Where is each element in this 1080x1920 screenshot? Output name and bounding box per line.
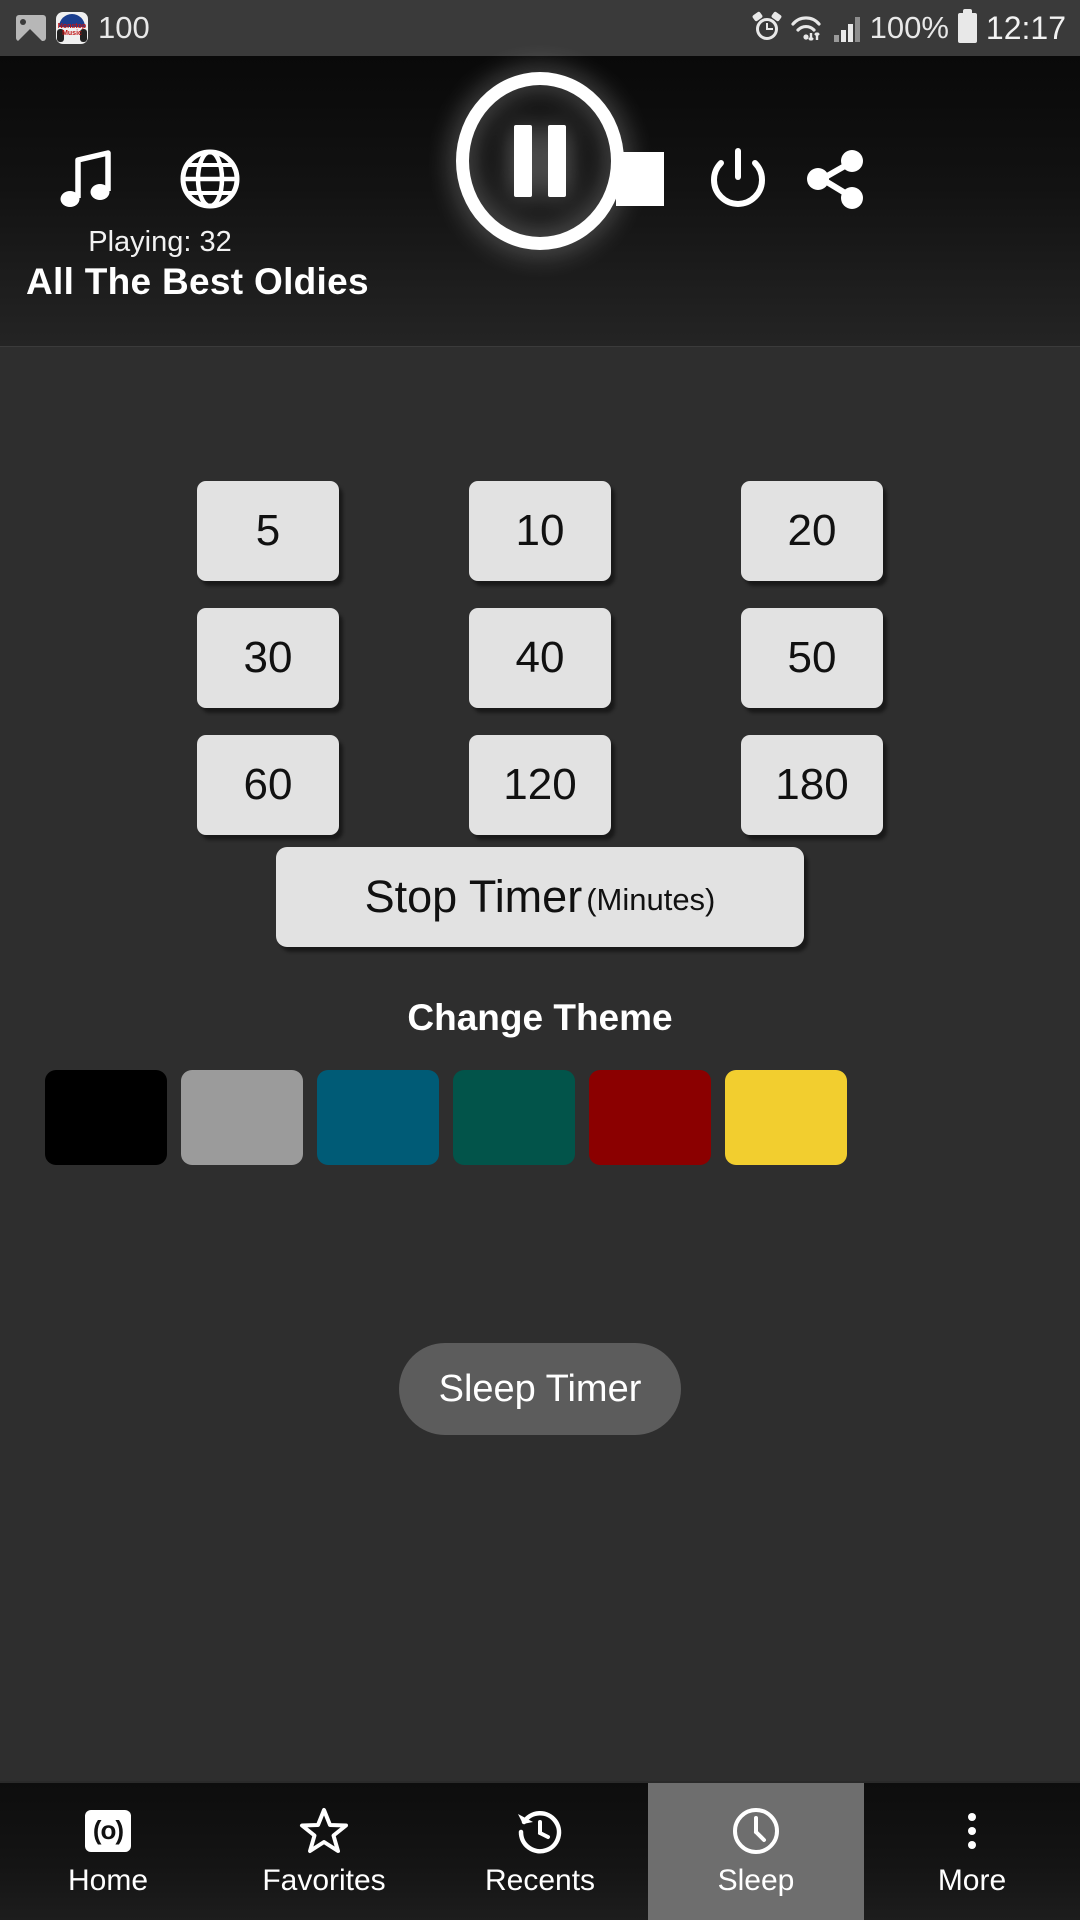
share-icon[interactable]	[790, 134, 880, 224]
timer-button-5[interactable]: 5	[197, 481, 339, 581]
timer-button-10[interactable]: 10	[469, 481, 611, 581]
bottom-navigation: (o) Home Favorites Recents Sleep More	[0, 1781, 1080, 1920]
wifi-icon	[791, 16, 821, 41]
nav-label-favorites: Favorites	[262, 1863, 386, 1897]
timer-grid-row: 5 10 20	[197, 481, 883, 581]
status-bar-right: 100% 12:17	[751, 9, 1066, 47]
nav-label-recents: Recents	[484, 1863, 596, 1897]
timer-button-20[interactable]: 20	[741, 481, 883, 581]
nav-item-sleep[interactable]: Sleep	[648, 1783, 864, 1920]
app-icon-text: Nonstop Music	[57, 23, 87, 37]
music-note-icon[interactable]	[46, 134, 126, 224]
battery-full-icon	[957, 9, 977, 43]
nav-label-sleep: Sleep	[717, 1863, 795, 1897]
theme-swatch-red[interactable]	[589, 1070, 711, 1165]
clock-time: 12:17	[985, 9, 1066, 46]
timer-button-50[interactable]: 50	[741, 608, 883, 708]
timer-grid: 5 10 20 30 40 50 60 120 180	[0, 481, 1080, 835]
sleep-timer-panel: 5 10 20 30 40 50 60 120 180 Stop Timer (…	[0, 347, 1080, 1781]
play-pause-button[interactable]	[450, 66, 630, 256]
theme-swatch-green[interactable]	[453, 1070, 575, 1165]
stop-timer-button[interactable]: Stop Timer (Minutes)	[276, 847, 804, 947]
nav-label-more: More	[937, 1863, 1007, 1897]
app-screen: Nonstop Music 100 100% 12:17 Playing: 32…	[0, 0, 1080, 1920]
power-icon[interactable]	[698, 134, 778, 224]
nav-item-home[interactable]: (o) Home	[0, 1783, 216, 1920]
player-header: Playing: 32 All The Best Oldies	[0, 56, 1080, 347]
change-theme-heading: Change Theme	[407, 997, 673, 1038]
history-icon	[514, 1806, 566, 1856]
battery-percent-label: 100%	[869, 10, 949, 45]
playing-status-label: Playing: 32	[88, 226, 232, 258]
station-title: All The Best Oldies	[26, 261, 369, 302]
notification-count: 100	[98, 10, 150, 45]
clock-icon	[731, 1806, 781, 1856]
theme-swatch-list	[45, 1070, 847, 1165]
timer-button-40[interactable]: 40	[469, 608, 611, 708]
globe-icon[interactable]	[170, 134, 250, 224]
timer-button-60[interactable]: 60	[197, 735, 339, 835]
cellular-signal-icon	[833, 17, 860, 42]
theme-swatch-black[interactable]	[45, 1070, 167, 1165]
gallery-icon	[16, 15, 46, 41]
nav-item-favorites[interactable]: Favorites	[216, 1783, 432, 1920]
radio-icon: (o)	[85, 1806, 131, 1856]
nav-item-more[interactable]: More	[864, 1783, 1080, 1920]
stop-timer-units: (Minutes)	[586, 882, 716, 917]
sleep-timer-button[interactable]: Sleep Timer	[399, 1343, 681, 1435]
overflow-menu-icon	[968, 1806, 976, 1856]
timer-button-30[interactable]: 30	[197, 608, 339, 708]
timer-grid-row: 60 120 180	[197, 735, 883, 835]
nav-item-recents[interactable]: Recents	[432, 1783, 648, 1920]
status-bar: Nonstop Music 100 100% 12:17	[0, 0, 1080, 56]
timer-grid-row: 30 40 50	[197, 608, 883, 708]
pause-icon	[456, 72, 624, 250]
timer-button-180[interactable]: 180	[741, 735, 883, 835]
theme-swatch-yellow[interactable]	[725, 1070, 847, 1165]
alarm-icon	[751, 11, 782, 43]
stop-timer-label: Stop Timer	[364, 871, 583, 922]
theme-swatch-gray[interactable]	[181, 1070, 303, 1165]
nonstop-music-app-icon: Nonstop Music	[56, 12, 88, 44]
theme-swatch-blue[interactable]	[317, 1070, 439, 1165]
status-bar-left: Nonstop Music 100	[16, 10, 150, 46]
nav-label-home: Home	[67, 1863, 149, 1897]
star-outline-icon	[299, 1806, 349, 1856]
timer-button-120[interactable]: 120	[469, 735, 611, 835]
